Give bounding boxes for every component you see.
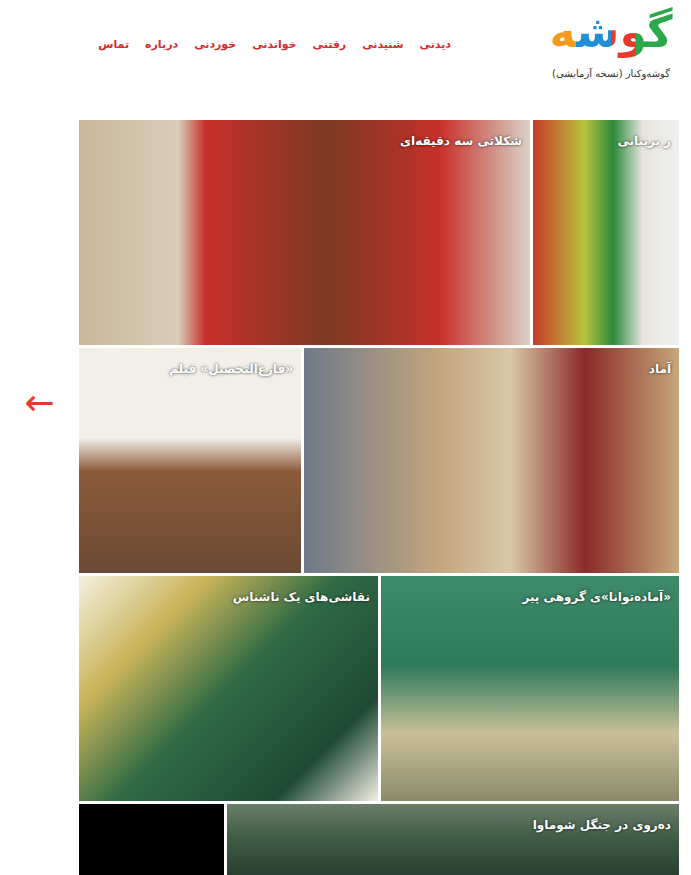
article-tile[interactable] xyxy=(79,804,224,875)
tile-title[interactable] xyxy=(208,804,224,822)
tile-title[interactable]: «فارغ‌التحصیل» فیلم xyxy=(161,348,301,380)
tile-title[interactable]: ر بریتانی xyxy=(609,120,679,152)
article-tile[interactable]: ر بریتانی xyxy=(533,120,679,345)
tile-row: نقاشی‌های یک ناشناس «آماده‌توانا»ی گروهی … xyxy=(79,576,679,801)
previous-arrow-icon[interactable]: ← xyxy=(24,385,54,425)
tile-row: «فارغ‌التحصیل» فیلم آماد xyxy=(79,348,679,573)
tile-row: شکلاتی سه دقیقه‌ای ر بریتانی xyxy=(79,120,679,345)
tile-title[interactable]: نقاشی‌های یک ناشناس xyxy=(225,576,378,608)
nav-menu: دیدنی شنیدنی رفتنی خواندنی خوردنی درباره تماس xyxy=(98,0,451,51)
article-tile[interactable]: شکلاتی سه دقیقه‌ای xyxy=(79,120,530,345)
nav-item[interactable]: درباره xyxy=(145,38,178,51)
header: گوشه گوشه‌وکنار (نسخه آزمایشی) دیدنی شنید… xyxy=(0,0,691,120)
tile-title[interactable]: شکلاتی سه دقیقه‌ای xyxy=(392,120,530,152)
tile-row: ده‌روی در جنگل شوماوا xyxy=(79,804,679,875)
tile-title[interactable]: ده‌روی در جنگل شوماوا xyxy=(525,804,679,836)
nav-item[interactable]: تماس xyxy=(98,38,129,51)
logo[interactable]: گوشه xyxy=(549,4,672,60)
nav-item[interactable]: رفتنی xyxy=(313,38,347,51)
side: ← xyxy=(0,120,79,875)
tile-title[interactable]: «آماده‌توانا»ی گروهی پیر xyxy=(514,576,679,608)
nav-item[interactable]: شنیدنی xyxy=(362,38,403,51)
article-tile[interactable]: «فارغ‌التحصیل» فیلم xyxy=(79,348,301,573)
brand: گوشه گوشه‌وکنار (نسخه آزمایشی) xyxy=(551,0,671,79)
article-tile[interactable]: آماد xyxy=(304,348,679,573)
tile-title[interactable]: آماد xyxy=(641,348,679,380)
article-tile[interactable]: ده‌روی در جنگل شوماوا xyxy=(227,804,679,875)
tile-grid: شکلاتی سه دقیقه‌ای ر بریتانی «فارغ‌التحصیل… xyxy=(79,120,679,875)
nav-item[interactable]: خوردنی xyxy=(194,38,236,51)
article-tile[interactable]: نقاشی‌های یک ناشناس xyxy=(79,576,378,801)
nav-item[interactable]: خواندنی xyxy=(252,38,296,51)
tagline: گوشه‌وکنار (نسخه آزمایشی) xyxy=(552,68,670,79)
nav-item[interactable]: دیدنی xyxy=(420,38,451,51)
main: ← شکلاتی سه دقیقه‌ای ر بریتانی «فارغ‌التحص… xyxy=(0,120,691,875)
article-tile[interactable]: «آماده‌توانا»ی گروهی پیر xyxy=(381,576,679,801)
